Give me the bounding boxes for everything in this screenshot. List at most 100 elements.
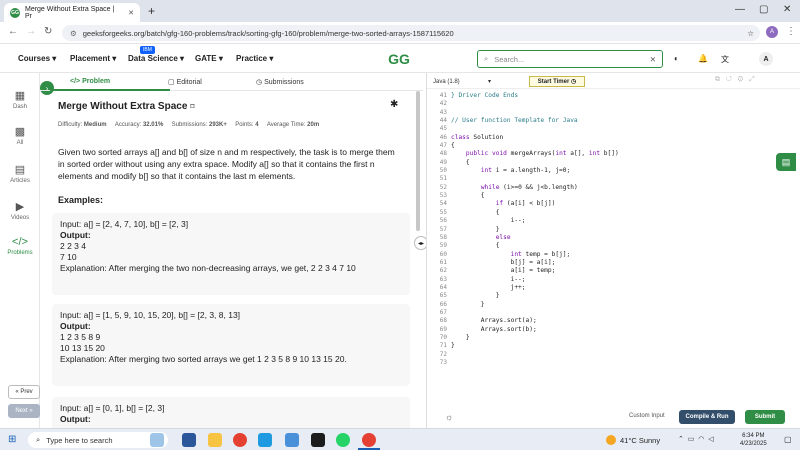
fullscreen-icon[interactable]: ⤢ xyxy=(749,76,755,83)
menu-gate[interactable]: GATE ▾ xyxy=(195,54,223,63)
example-output: 2 2 3 4 xyxy=(60,241,86,251)
line-number: 47 xyxy=(439,142,447,150)
bug-report-icon[interactable]: ✱ xyxy=(390,99,398,110)
line-number: 67 xyxy=(439,308,447,316)
chat-icon[interactable]: ▤ xyxy=(776,153,796,171)
line-number: 68 xyxy=(439,317,447,325)
rail-videos[interactable]: ▶ Videos xyxy=(0,200,40,221)
task-view-icon[interactable] xyxy=(182,433,196,447)
profile-avatar-icon[interactable]: A xyxy=(766,26,778,38)
line-number: 73 xyxy=(439,359,447,366)
rail-dash[interactable]: ▦ Dash xyxy=(0,89,40,110)
volume-icon[interactable]: ◁ xyxy=(708,436,713,443)
code-line: } xyxy=(451,292,500,300)
gfg-logo[interactable]: GG xyxy=(382,51,416,67)
line-number: 62 xyxy=(439,267,447,275)
code-line: { xyxy=(451,242,500,250)
code-line: else xyxy=(495,233,511,241)
menu-placement[interactable]: Placement ▾ xyxy=(70,54,116,63)
close-window-icon[interactable]: ✕ xyxy=(783,4,791,15)
dark-mode-icon[interactable]: ◐ xyxy=(674,54,679,63)
code-line: Arrays.sort(b); xyxy=(451,325,537,333)
rail-all[interactable]: ▩ All xyxy=(0,125,40,146)
menu-courses[interactable]: Courses ▾ xyxy=(18,54,56,63)
maximize-icon[interactable]: ▢ xyxy=(759,4,768,15)
bookmark-star-icon[interactable]: ☆ xyxy=(747,29,754,38)
notifications-icon[interactable]: ▢ xyxy=(784,435,792,444)
problem-body: Merge Without Extra Space ⌑ ✱ Difficulty… xyxy=(48,91,415,428)
search-input[interactable]: ⌕ Search... ✕ xyxy=(477,50,663,68)
close-tab-icon[interactable]: ✕ xyxy=(128,9,134,17)
line-number: 57 xyxy=(439,225,447,233)
settings-icon[interactable]: ⚙ xyxy=(738,76,744,83)
reload-icon[interactable]: ↻ xyxy=(44,26,52,37)
menu-practice[interactable]: Practice ▾ xyxy=(236,54,273,63)
browser-tab[interactable]: GG Merge Without Extra Space | Pr ✕ xyxy=(4,3,140,22)
edge-icon[interactable] xyxy=(258,433,272,447)
store-icon[interactable] xyxy=(285,433,299,447)
browser-menu-icon[interactable]: ⋮ xyxy=(786,26,796,37)
browser-tab-bar: GG Merge Without Extra Space | Pr ✕ + — … xyxy=(0,0,800,22)
clear-search-icon[interactable]: ✕ xyxy=(650,55,656,64)
compile-run-button[interactable]: Compile & Run xyxy=(679,410,735,424)
start-timer-button[interactable]: Start Timer ◷ xyxy=(529,76,585,87)
rail-problems[interactable]: </> Problems xyxy=(0,236,40,256)
taskbar-search-placeholder: Type here to search xyxy=(46,435,113,445)
code-line: int temp = b[j]; xyxy=(510,250,571,258)
copy-icon[interactable]: ⧉ xyxy=(715,76,720,83)
weather-widget[interactable]: 41°C Sunny xyxy=(606,435,660,445)
submit-button[interactable]: Submit xyxy=(745,410,785,424)
bookmark-icon[interactable]: ⌑ xyxy=(190,102,194,111)
custom-input-button[interactable]: Custom Input xyxy=(629,413,665,419)
whatsapp-icon[interactable] xyxy=(336,433,350,447)
tab-editorial[interactable]: ▢ Editorial xyxy=(168,78,202,86)
example-input: Input: a[] = [0, 1], b[] = [2, 3] xyxy=(60,403,165,413)
line-number: 64 xyxy=(439,283,447,291)
clock[interactable]: 6:34 PM 4/23/2025 xyxy=(740,432,767,448)
language-select[interactable]: Java (1.8) ▾ xyxy=(433,76,491,87)
menu-data-science[interactable]: Data Science ▾ xyxy=(128,54,184,63)
forward-icon[interactable]: → xyxy=(26,26,36,37)
site-info-icon[interactable]: ⚙ xyxy=(70,29,77,38)
clock-date: 4/23/2025 xyxy=(740,441,767,447)
code-line: Arrays.sort(a); xyxy=(451,317,537,325)
code-line: { xyxy=(451,158,470,166)
chrome-active-icon[interactable] xyxy=(362,433,376,447)
back-icon[interactable]: ← xyxy=(8,26,18,37)
editorial-icon: ▢ xyxy=(168,79,177,86)
taskbar-search-input[interactable]: ⌕ Type here to search xyxy=(28,432,168,448)
user-avatar[interactable]: A xyxy=(759,52,773,66)
new-tab-icon[interactable]: + xyxy=(148,4,155,18)
theme-sun-icon[interactable]: ☼ xyxy=(445,412,453,422)
notification-bell-icon[interactable]: 🔔 xyxy=(698,54,708,63)
translate-icon[interactable]: 文 xyxy=(721,54,729,65)
next-problem-button[interactable]: Next » xyxy=(8,404,40,418)
minimize-icon[interactable]: — xyxy=(735,4,745,15)
address-bar: ← → ↻ ⚙ geeksforgeeks.org/batch/gfg-160-… xyxy=(0,22,800,44)
editor-tools: ⧉ ↺ ⚙ ⤢ xyxy=(715,76,755,84)
news-widget-icon[interactable] xyxy=(150,433,164,447)
code-area[interactable]: } Driver Code Ends // User function Templ… xyxy=(451,92,800,367)
network-icon[interactable]: ▭ xyxy=(688,436,695,443)
chrome-icon[interactable] xyxy=(233,433,247,447)
terminal-icon[interactable] xyxy=(311,433,325,447)
tab-submissions[interactable]: ◷ Submissions xyxy=(256,78,304,86)
wifi-icon[interactable]: ◠ xyxy=(698,436,704,443)
example-3: Input: a[] = [0, 1], b[] = [2, 3] Output… xyxy=(52,397,410,428)
chevron-up-icon[interactable]: ⌃ xyxy=(678,436,684,443)
problem-scrollbar[interactable] xyxy=(416,91,420,231)
prev-problem-button[interactable]: « Prev xyxy=(8,385,40,399)
tab-problem[interactable]: </> Problem xyxy=(70,78,110,85)
url-field[interactable]: ⚙ geeksforgeeks.org/batch/gfg-160-proble… xyxy=(62,25,760,41)
file-explorer-icon[interactable] xyxy=(208,433,222,447)
reset-icon[interactable]: ↺ xyxy=(726,76,732,83)
timer-icon: ◷ xyxy=(571,79,577,85)
windows-start-icon[interactable]: ⊞ xyxy=(8,434,16,445)
rail-articles[interactable]: ▤ Articles xyxy=(0,163,40,184)
example-explanation: Explanation: After merging two sorted ar… xyxy=(60,354,347,364)
line-number: 50 xyxy=(439,167,447,175)
